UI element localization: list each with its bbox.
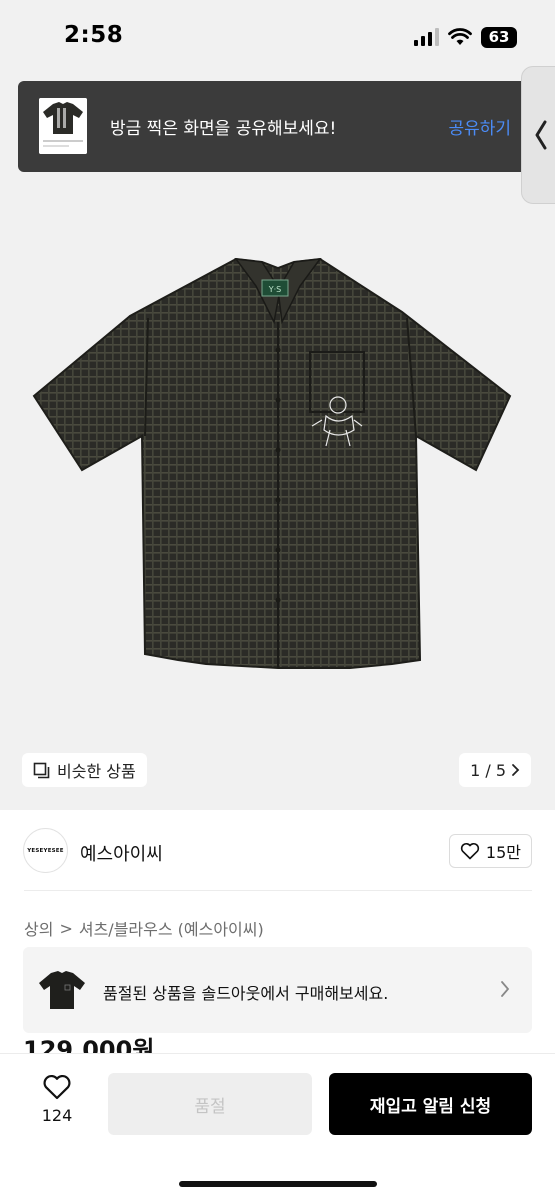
status-icons: 63 — [414, 25, 517, 49]
brand-name[interactable]: 예스아이씨 — [80, 840, 163, 866]
product-price: 129,000원 — [23, 1036, 155, 1053]
share-message: 방금 찍은 화면을 공유해보세요! — [110, 119, 337, 139]
divider — [24, 890, 532, 891]
status-bar: 2:58 63 — [0, 0, 555, 72]
breadcrumb: 상의 > 셔츠/블라우스 (예스아이씨) — [24, 916, 264, 940]
brand-like-count: 15만 — [485, 843, 521, 862]
page-indicator-text: 1 / 5 — [470, 760, 506, 780]
heart-icon — [43, 1074, 71, 1100]
wishlist-count: 124 — [41, 1106, 73, 1125]
wifi-icon — [448, 28, 472, 45]
heart-icon — [460, 842, 480, 860]
chevron-right-icon — [501, 981, 510, 997]
chevron-right-icon — [512, 764, 520, 776]
similar-products-label: 비슷한 상품 — [57, 762, 136, 781]
breadcrumb-subcategory[interactable]: 셔츠/블라우스 (예스아이씨) — [79, 916, 264, 940]
svg-text:Y·S: Y·S — [268, 285, 282, 294]
brand-like-button[interactable]: 15만 — [448, 834, 532, 868]
gallery-page-indicator[interactable]: 1 / 5 — [459, 753, 531, 787]
battery-icon: 63 — [481, 26, 517, 48]
breadcrumb-category[interactable]: 상의 — [24, 916, 53, 940]
bottom-action-bar: 124 품절 재입고 알림 신청 — [0, 1053, 555, 1200]
copy-icon — [33, 762, 50, 778]
signal-icon — [414, 28, 439, 46]
brand-logo[interactable]: YESEYESEE — [23, 828, 68, 873]
restock-alert-button[interactable]: 재입고 알림 신청 — [329, 1073, 532, 1135]
product-image[interactable]: Y·S — [0, 72, 555, 810]
soldout-message: 품절된 상품을 솔드아웃에서 구매해보세요. — [103, 984, 389, 1003]
soldout-button[interactable]: 품절 — [108, 1073, 312, 1135]
wishlist-button[interactable]: 124 — [30, 1074, 84, 1125]
status-time: 2:58 — [64, 22, 124, 48]
soldout-product-thumbnail — [39, 971, 85, 1009]
similar-products-button[interactable]: 비슷한 상품 — [22, 753, 147, 787]
product-image-gallery[interactable]: Y·S — [0, 72, 555, 810]
share-button[interactable]: 공유하기 — [448, 114, 511, 139]
breadcrumb-separator: > — [59, 918, 73, 938]
share-toast: 방금 찍은 화면을 공유해보세요! 공유하기 — [18, 81, 537, 172]
home-indicator[interactable] — [179, 1181, 377, 1187]
side-panel-handle[interactable] — [521, 66, 555, 204]
brand-logo-text: YESEYESEE — [27, 847, 64, 854]
soldout-banner[interactable]: 품절된 상품을 솔드아웃에서 구매해보세요. — [23, 947, 532, 1033]
screenshot-thumbnail[interactable] — [39, 98, 87, 154]
chevron-left-icon — [535, 120, 547, 150]
